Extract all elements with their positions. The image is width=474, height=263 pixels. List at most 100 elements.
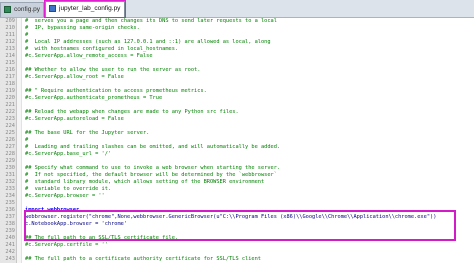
tab-label: config.py xyxy=(14,6,41,13)
line-text: #c.ServerApp.allow_root = False xyxy=(25,74,124,80)
code-line[interactable]: 229 xyxy=(0,158,474,165)
code-line[interactable]: 230 ## Specify what command to use to inv… xyxy=(0,165,474,172)
line-text: ## Whether to allow the user to run the … xyxy=(25,67,201,73)
line-text: ## Specify what command to use to invoke… xyxy=(25,165,281,171)
code-line[interactable]: 219 ## " Require authentication to access… xyxy=(0,88,474,95)
line-number: 239 xyxy=(5,228,15,234)
line-number: 232 xyxy=(5,179,15,185)
tab-config-py[interactable]: config.py xyxy=(0,2,44,17)
code-line[interactable]: 213 # with hostnames configured in local_… xyxy=(0,46,474,53)
code-line[interactable]: 223 #c.ServerApp.autoreload = False xyxy=(0,116,474,123)
tab-bar: config.py jupyter_lab_config.py xyxy=(0,0,474,18)
tab-jupyter-lab-config-py[interactable]: jupyter_lab_config.py xyxy=(45,1,125,17)
line-number: 223 xyxy=(5,116,15,122)
line-text: #c.ServerApp.certfile = '' xyxy=(25,242,108,248)
line-number: 212 xyxy=(5,39,15,45)
code-line[interactable]: 233 # variable to override it. xyxy=(0,186,474,193)
line-number: 242 xyxy=(5,249,15,255)
line-number: 217 xyxy=(5,74,15,80)
code-line[interactable]: 236 import webbrowser xyxy=(0,207,474,214)
code-line[interactable]: 217 #c.ServerApp.allow_root = False xyxy=(0,74,474,81)
line-number: 218 xyxy=(5,81,15,87)
code-line[interactable]: 237 webbrowser.register("chrome",None,web… xyxy=(0,214,474,221)
code-line[interactable]: 215 xyxy=(0,60,474,67)
code-line[interactable]: 214 #c.ServerApp.allow_remote_access = Fa… xyxy=(0,53,474,60)
line-text: # xyxy=(25,137,29,143)
python-file-icon xyxy=(4,6,11,13)
code-line[interactable]: 218 xyxy=(0,81,474,88)
line-text: import webbrowser xyxy=(25,207,80,213)
code-line[interactable]: 232 # standard library module, which allo… xyxy=(0,179,474,186)
line-text: # If not specified, the default browser … xyxy=(25,172,277,178)
code-line[interactable]: 225 ## The base URL for the Jupyter serve… xyxy=(0,130,474,137)
line-text: #c.ServerApp.authenticate_prometheus = T… xyxy=(25,95,163,101)
line-number: 220 xyxy=(5,95,15,101)
line-number: 224 xyxy=(5,123,15,129)
code-line[interactable]: 231 # If not specified, the default brows… xyxy=(0,172,474,179)
code-line[interactable]: 211 # xyxy=(0,32,474,39)
line-text: # serves you a page and then changes its… xyxy=(25,18,277,24)
code-line[interactable]: 243 ## The full path to a certificate aut… xyxy=(0,256,474,263)
line-number: 226 xyxy=(5,137,15,143)
line-number: 240 xyxy=(5,235,15,241)
code-line[interactable]: 210 # IP, bypassing same-origin checks. xyxy=(0,25,474,32)
code-line[interactable]: 240 ## The full path to an SSL/TLS certif… xyxy=(0,235,474,242)
line-text: c.NotebookApp.browser = 'chrome' xyxy=(25,221,128,227)
line-number: 241 xyxy=(5,242,15,248)
saved-file-icon xyxy=(49,5,56,12)
line-number: 214 xyxy=(5,53,15,59)
code-line[interactable]: 216 ## Whether to allow the user to run t… xyxy=(0,67,474,74)
code-line[interactable]: 226 # xyxy=(0,137,474,144)
line-text: # variable to override it. xyxy=(25,186,112,192)
code-line[interactable]: 220 #c.ServerApp.authenticate_prometheus … xyxy=(0,95,474,102)
line-number: 219 xyxy=(5,88,15,94)
line-number: 237 xyxy=(5,214,15,220)
code-line[interactable]: 212 # Local IP addresses (such as 127.0.0… xyxy=(0,39,474,46)
line-text: ## The base URL for the Jupyter server. xyxy=(25,130,150,136)
line-text: # standard library module, which allows … xyxy=(25,179,265,185)
line-number: 235 xyxy=(5,200,15,206)
code-line[interactable]: 235 xyxy=(0,200,474,207)
line-number: 228 xyxy=(5,151,15,157)
line-number: 229 xyxy=(5,158,15,164)
line-number: 236 xyxy=(5,207,15,213)
code-line[interactable]: 239 xyxy=(0,228,474,235)
code-line[interactable]: 227 # Leading and trailing slashes can be… xyxy=(0,144,474,151)
code-editor[interactable]: 209 # serves you a page and then changes … xyxy=(0,18,474,263)
tab-label: jupyter_lab_config.py xyxy=(59,5,121,12)
line-number: 234 xyxy=(5,193,15,199)
line-number: 230 xyxy=(5,165,15,171)
line-number: 210 xyxy=(5,25,15,31)
code-line[interactable]: 209 # serves you a page and then changes … xyxy=(0,18,474,25)
line-number: 225 xyxy=(5,130,15,136)
line-text: # Leading and trailing slashes can be om… xyxy=(25,144,281,150)
line-text: #c.ServerApp.base_url = '/' xyxy=(25,151,112,157)
code-line[interactable]: 238 c.NotebookApp.browser = 'chrome' xyxy=(0,221,474,228)
code-line[interactable]: 234 #c.ServerApp.browser = '' xyxy=(0,193,474,200)
line-text: # xyxy=(25,32,29,38)
code-line[interactable]: 221 xyxy=(0,102,474,109)
line-text: # Local IP addresses (such as 127.0.0.1 … xyxy=(25,39,271,45)
line-number: 238 xyxy=(5,221,15,227)
code-lines: 209 # serves you a page and then changes … xyxy=(0,18,474,263)
line-text: webbrowser.register("chrome",None,webbro… xyxy=(25,214,437,220)
code-line[interactable]: 241 #c.ServerApp.certfile = '' xyxy=(0,242,474,249)
line-text: ## The full path to an SSL/TLS certifica… xyxy=(25,235,179,241)
line-text: # with hostnames configured in local_hos… xyxy=(25,46,179,52)
line-number: 216 xyxy=(5,67,15,73)
line-number: 231 xyxy=(5,172,15,178)
line-text: ## " Require authentication to access pr… xyxy=(25,88,207,94)
line-text: ## Reload the webapp when changes are ma… xyxy=(25,109,239,115)
code-line[interactable]: 242 xyxy=(0,249,474,256)
line-text: # IP, bypassing same-origin checks. xyxy=(25,25,140,31)
line-number: 211 xyxy=(5,32,15,38)
line-text: #c.ServerApp.autoreload = False xyxy=(25,116,124,122)
code-line[interactable]: 224 xyxy=(0,123,474,130)
line-text: #c.ServerApp.allow_remote_access = False xyxy=(25,53,153,59)
code-line[interactable]: 228 #c.ServerApp.base_url = '/' xyxy=(0,151,474,158)
code-line[interactable]: 222 ## Reload the webapp when changes are… xyxy=(0,109,474,116)
line-number: 243 xyxy=(5,256,15,262)
line-number: 233 xyxy=(5,186,15,192)
line-number: 209 xyxy=(5,18,15,24)
line-text: #c.ServerApp.browser = '' xyxy=(25,193,105,199)
